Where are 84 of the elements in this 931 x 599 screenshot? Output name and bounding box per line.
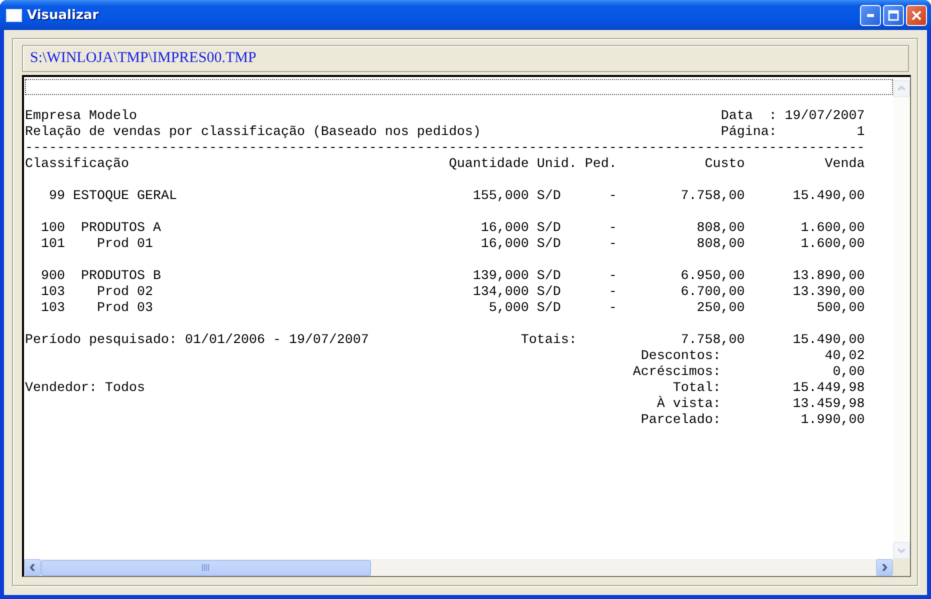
table-cell-text: ESTOQUE GERAL bbox=[72, 189, 178, 205]
column-header: Quantidade bbox=[448, 157, 529, 173]
table-cell: - bbox=[608, 221, 617, 236]
table-cell-text: S/D bbox=[536, 221, 562, 237]
table-cell-text: 101 bbox=[40, 237, 65, 253]
table-cell-text: 808,00 bbox=[696, 237, 745, 253]
summary-label: Acréscimos: bbox=[632, 365, 721, 381]
table-cell-text: Prod 03 bbox=[96, 301, 154, 317]
summary-value: 0,00 bbox=[832, 365, 865, 381]
table-cell-text: 6.950,00 bbox=[680, 269, 745, 285]
report-note: Vendedor: Todos bbox=[25, 381, 146, 397]
column-header: Custo bbox=[704, 157, 745, 173]
maximize-icon bbox=[888, 10, 899, 20]
table-cell-text: Prod 01 bbox=[96, 237, 154, 253]
vertical-scrollbar[interactable] bbox=[893, 77, 910, 559]
summary-label: Parcelado: bbox=[640, 413, 721, 429]
table-cell-text: S/D bbox=[536, 189, 562, 205]
table-cell-text: 134,000 bbox=[472, 285, 529, 301]
summary-value: 1.990,00 bbox=[800, 413, 865, 429]
column-header: Venda bbox=[824, 157, 865, 173]
window-icon bbox=[6, 8, 22, 22]
table-cell-text: 1.600,00 bbox=[800, 221, 865, 237]
table-cell-text: 250,00 bbox=[696, 301, 745, 317]
table-cell-text: 7.758,00 bbox=[680, 189, 745, 205]
table-cell-text: Prod 02 bbox=[96, 285, 154, 301]
column-header: Unid. bbox=[536, 157, 578, 173]
date-label: Data : bbox=[720, 109, 777, 125]
report-note: Período pesquisado: 01/01/2006 - 19/07/2007 bbox=[25, 333, 370, 349]
table-cell-text: 16,000 bbox=[480, 237, 529, 253]
table-cell-text: 900 bbox=[40, 269, 65, 285]
table-cell-text: PRODUTOS B bbox=[80, 269, 162, 285]
horizontal-scrollbar[interactable] bbox=[24, 559, 893, 576]
close-button[interactable] bbox=[906, 4, 927, 26]
close-icon bbox=[911, 10, 922, 20]
table-cell-text: 6.700,00 bbox=[680, 285, 745, 301]
table-cell-text: S/D bbox=[536, 237, 562, 253]
table-cell-text: 100 bbox=[40, 221, 65, 237]
minimize-button[interactable] bbox=[860, 4, 881, 26]
table-cell-text: 16,000 bbox=[480, 221, 529, 237]
table-cell-text: 103 bbox=[40, 285, 65, 301]
summary-value: 7.758,00 bbox=[680, 333, 745, 349]
table-cell: - bbox=[608, 285, 617, 300]
table-cell-text: S/D bbox=[536, 285, 562, 301]
report-title: Relação de vendas por classificação (Baseado nos pedidos) bbox=[25, 125, 482, 141]
separator-line: --------------------------------------------------------------------------------------------------------- bbox=[25, 141, 865, 157]
summary-value: 15.449,98 bbox=[792, 381, 865, 397]
table-cell: - bbox=[608, 301, 617, 316]
column-header: Ped. bbox=[584, 157, 618, 173]
table-cell-text: 139,000 bbox=[472, 269, 529, 285]
table-cell-text: 808,00 bbox=[696, 221, 745, 237]
table-cell-text: S/D bbox=[536, 269, 562, 285]
table-cell-text: 99 bbox=[48, 189, 65, 205]
summary-value: 13.459,98 bbox=[792, 397, 865, 413]
minimize-icon bbox=[866, 14, 874, 16]
summary-label: Total: bbox=[672, 381, 721, 397]
table-cell: - bbox=[608, 189, 617, 204]
table-cell-text: 13.890,00 bbox=[792, 269, 865, 285]
table-cell-text: 1.600,00 bbox=[800, 237, 865, 253]
page-number: 1 bbox=[856, 125, 865, 141]
table-cell-text: 15.490,00 bbox=[792, 189, 865, 205]
summary-value: 40,02 bbox=[824, 349, 865, 365]
summary-label: Totais: bbox=[520, 333, 578, 349]
scroll-thumb[interactable] bbox=[41, 560, 371, 576]
table-cell-text: 5,000 bbox=[488, 301, 529, 317]
table-cell-text: S/D bbox=[536, 301, 562, 317]
scrollbar-corner bbox=[893, 559, 910, 576]
table-cell-text: 13.390,00 bbox=[792, 285, 865, 301]
table-cell-text: PRODUTOS A bbox=[80, 221, 162, 237]
report-date: 19/07/2007 bbox=[784, 109, 865, 125]
grip-icon bbox=[202, 564, 210, 571]
summary-label: Descontos: bbox=[640, 349, 721, 365]
maximize-button[interactable] bbox=[883, 4, 904, 26]
column-header: Classificação bbox=[25, 157, 130, 173]
summary-label: À vista: bbox=[656, 397, 721, 413]
company-name: Empresa Modelo bbox=[25, 109, 138, 125]
file-path: S:\WINLOJA\TMP\IMPRES00.TMP bbox=[22, 45, 909, 72]
page-label: Página: bbox=[720, 125, 777, 141]
summary-value: 15.490,00 bbox=[792, 333, 865, 349]
table-cell-text: 500,00 bbox=[816, 301, 865, 317]
table-cell: - bbox=[608, 237, 617, 252]
table-cell-text: 103 bbox=[40, 301, 65, 317]
table-cell-text: 155,000 bbox=[472, 189, 529, 205]
window-title: Visualizar bbox=[27, 8, 100, 22]
table-cell: - bbox=[608, 269, 617, 284]
